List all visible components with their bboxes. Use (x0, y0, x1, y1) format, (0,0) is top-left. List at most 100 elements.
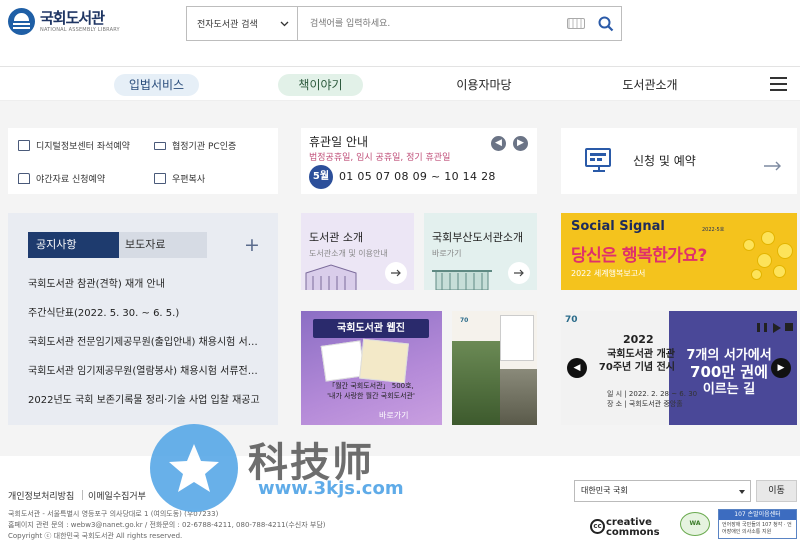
related-site-select[interactable]: 대한민국 국회 (574, 480, 751, 502)
menu-icon[interactable] (770, 77, 787, 91)
webzine-banner[interactable]: 국회도서관 웹진 「월간 국회도서관」 500호, '내가 사랑한 월간 국회도… (301, 311, 442, 425)
building-illustration-icon (305, 264, 357, 290)
reservation-card[interactable]: 신청 및 예약 (561, 128, 797, 194)
smiley-icon (743, 239, 755, 251)
nav-item-library-intro[interactable]: 도서관소개 (610, 74, 690, 96)
main-nav: 입법서비스 책이야기 이용자마당 도서관소개 (0, 67, 800, 101)
exhibition-title: 국회도서관 개관 70주년 기념 전시 (598, 349, 675, 373)
search-scope-select[interactable]: 전자도서관 검색 (187, 7, 298, 40)
notice-item[interactable]: 국회도서관 임기제공무원(열람봉사) 채용시험 서류전… (28, 362, 268, 391)
star-icon (169, 444, 219, 492)
go-arrow-button[interactable] (508, 262, 530, 284)
webzine-more-link[interactable]: 바로가기 (379, 410, 408, 421)
chevron-down-icon (280, 21, 289, 26)
intro-subtitle: 도서관소개 및 이용안내 (309, 249, 388, 258)
intro-title: 도서관 소개 (309, 231, 364, 244)
creative-commons-logo[interactable]: creative commons (606, 518, 660, 538)
busan-library-card[interactable]: 국회부산도서관소개 바로가기 (424, 213, 537, 290)
tree-photo-image (452, 341, 500, 425)
social-signal-banner[interactable]: Social Signal 2022-5호 당신은 행복한가요? 2022 세계… (561, 213, 797, 290)
holiday-days: 01 05 07 08 09 ~ 10 14 28 (339, 170, 496, 183)
notice-list: 국회도서관 참관(견학) 재개 안내 주간식단표(2022. 5. 30. ~ … (28, 275, 268, 420)
notice-item[interactable]: 국회도서관 참관(견학) 재개 안내 (28, 275, 268, 304)
banner-subtitle: 2022 세계행복보고서 (571, 269, 646, 278)
center-body: 언어장애 국민들의 107 청각 · 언어장애인 의사소통 지원 (722, 522, 792, 535)
holiday-panel: 휴관일 안내 법정공휴일, 임시 공휴일, 정기 휴관일 ◀ ▶ 5월 01 0… (301, 128, 537, 194)
pause-icon[interactable] (757, 323, 767, 332)
search-icon (598, 16, 614, 31)
building-illustration-icon (432, 270, 492, 290)
sign-language-center-banner[interactable]: 107 손말이음센터 언어장애 국민들의 107 청각 · 언어장애인 의사소통… (718, 509, 797, 539)
notice-item[interactable]: 주간식단표(2022. 5. 30. ~ 6. 5.) (28, 304, 268, 333)
notice-item[interactable]: 2022년도 국회 보존기록물 정리·기술 사업 입찰 재공고 (28, 391, 268, 420)
intro-title: 국회부산도서관소개 (432, 231, 524, 244)
email-refusal-link[interactable]: 이메일수집거부 (88, 489, 146, 502)
search-bar: 전자도서관 검색 (186, 6, 622, 41)
exhibition-headline-line: 7개의 서가에서 (686, 348, 772, 363)
search-scope-label: 전자도서관 검색 (197, 20, 258, 30)
prev-month-button[interactable]: ◀ (491, 136, 506, 151)
magazine-cover-image (359, 338, 409, 384)
exhibition-headline-line: 700만 권에 (690, 363, 768, 381)
exhibition-banner[interactable]: 70 2022 국회도서관 개관 70주년 기념 전시 일 시 | 2022. … (561, 311, 797, 425)
reservation-label: 신청 및 예약 (633, 154, 696, 168)
tab-press[interactable]: 보도자료 (119, 232, 207, 258)
footer-copyright: Copyright ⓒ 대한민국 국회도서관 All rights reserv… (8, 532, 183, 540)
laptop-icon (154, 141, 166, 150)
cc-line: commons (606, 527, 660, 538)
privacy-policy-link[interactable]: 개인정보처리방침 (8, 489, 74, 502)
search-input[interactable] (298, 7, 567, 40)
quick-link-label: 야간자료 신청예약 (36, 175, 106, 185)
banner-title: Social Signal (571, 219, 665, 234)
arrow-right-icon (513, 269, 524, 277)
logo-title: 국회도서관 (40, 8, 105, 27)
footer-info: 국회도서관 - 서울특별시 영등포구 의사당대로 1 (여의도동) (우0723… (8, 509, 326, 542)
arrow-right-icon (764, 161, 781, 171)
next-slide-button[interactable]: ▶ (771, 358, 791, 378)
stop-icon[interactable] (785, 323, 793, 331)
booklet-image (500, 315, 534, 361)
search-button[interactable] (591, 7, 621, 40)
quick-link-seat-reservation[interactable]: 디지털정보센터 좌석예약 (18, 139, 130, 152)
footer: 개인정보처리방침 이메일수집거부 국회도서관 - 서울특별시 영등포구 의사당대… (0, 456, 800, 546)
quick-link-postal-copy[interactable]: 우편복사 (154, 172, 205, 185)
more-plus-icon[interactable]: + (244, 236, 260, 255)
library-photo-banner[interactable]: 70 (452, 311, 537, 425)
quick-links: 디지털정보센터 좌석예약 협정기관 PC인증 야간자료 신청예약 우편복사 (8, 128, 278, 194)
quick-link-label: 디지털정보센터 좌석예약 (36, 142, 130, 152)
play-icon[interactable] (773, 323, 781, 333)
nav-item-user-forum[interactable]: 이용자마당 (446, 74, 522, 96)
exhibition-year: 2022 (623, 333, 654, 346)
banner-headline: 당신은 행복한가요? (571, 246, 707, 266)
watermark-url: www.3kjs.com (258, 478, 404, 499)
center-title: 107 손말이음센터 (719, 510, 796, 520)
webzine-quote-line: '내가 사랑한 월간 국회도서관' (327, 392, 415, 400)
smiley-icon (751, 269, 762, 280)
library-intro-card[interactable]: 도서관 소개 도서관소개 및 이용안내 (301, 213, 414, 290)
site-logo[interactable]: 국회도서관 NATIONAL ASSEMBLY LIBRARY (8, 8, 120, 35)
monitor-calendar-icon (585, 148, 611, 172)
smiley-icon (757, 253, 772, 268)
month-badge: 5월 (309, 165, 333, 189)
notice-item[interactable]: 국회도서관 전문임기제공무원(출입안내) 채용시험 서… (28, 333, 268, 362)
quick-link-night-request[interactable]: 야간자료 신청예약 (18, 172, 105, 185)
nav-item-book-story[interactable]: 책이야기 (278, 74, 363, 96)
intro-subtitle: 바로가기 (432, 249, 462, 258)
book-icon (18, 173, 30, 184)
prev-slide-button[interactable]: ◀ (567, 358, 587, 378)
go-button[interactable]: 이동 (756, 480, 797, 502)
tab-notice[interactable]: 공지사항 (28, 232, 119, 258)
building-photo-image (500, 369, 537, 425)
calendar-icon (18, 140, 30, 151)
quick-link-label: 우편복사 (172, 175, 206, 185)
quick-link-pc-auth[interactable]: 협정기관 PC인증 (154, 139, 236, 152)
notice-panel: 공지사항 보도자료 + 국회도서관 참관(견학) 재개 안내 주간식단표(202… (8, 213, 278, 425)
footer-address: 국회도서관 - 서울특별시 영등포구 의사당대로 1 (여의도동) (우0723… (8, 510, 219, 518)
seventy-logo-icon: 70 (460, 317, 469, 324)
go-arrow-button[interactable] (385, 262, 407, 284)
virtual-keyboard-icon[interactable] (567, 18, 585, 29)
nav-item-legislative-service[interactable]: 입법서비스 (114, 74, 199, 96)
watermark-star-icon (150, 424, 238, 512)
next-month-button[interactable]: ▶ (513, 136, 528, 151)
smiley-icon (773, 265, 786, 278)
